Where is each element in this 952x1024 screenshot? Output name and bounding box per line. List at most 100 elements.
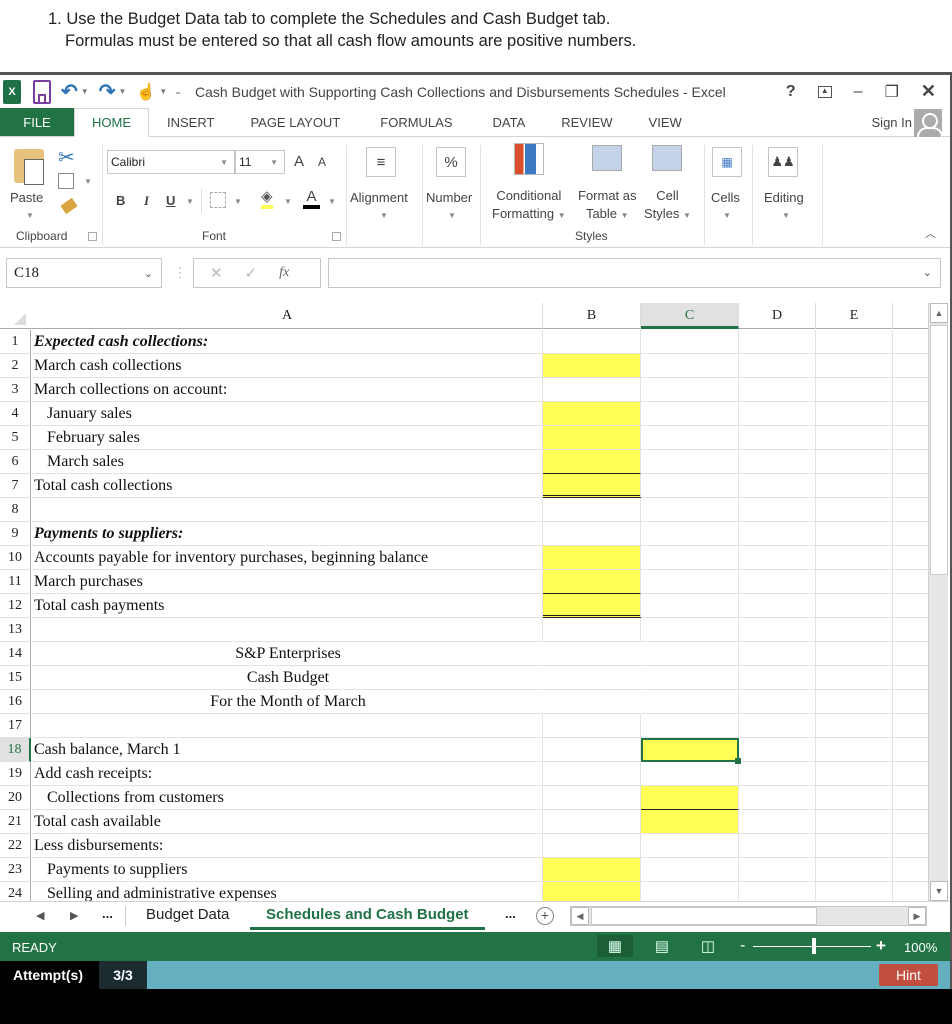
cell-e7[interactable] <box>816 474 893 498</box>
next-sheet-icon[interactable]: ▶ <box>70 909 78 922</box>
more-sheets-right[interactable]: ... <box>505 906 516 921</box>
formula-bar-grip[interactable]: ⋮ <box>173 264 187 281</box>
input-cell-b11[interactable] <box>543 570 641 594</box>
number-format-icon[interactable]: % <box>436 147 466 177</box>
cell-f7[interactable] <box>893 474 928 498</box>
expand-formula-bar-icon[interactable]: ⌄ <box>923 266 932 279</box>
row-header[interactable]: 4 <box>0 402 31 426</box>
cell-f11[interactable] <box>893 570 928 594</box>
cell-d3[interactable] <box>739 378 816 402</box>
row-header[interactable]: 20 <box>0 786 31 810</box>
format-as-table-button[interactable]: Format as Table ▼ <box>578 187 637 225</box>
sign-in[interactable]: Sign In <box>872 108 942 137</box>
sheet-tab-schedules-and-cash-budget[interactable]: Schedules and Cash Budget <box>250 902 485 930</box>
copy-dropdown-icon[interactable]: ▼ <box>84 177 92 186</box>
cell-e2[interactable] <box>816 354 893 378</box>
cell-f18[interactable] <box>893 738 928 762</box>
zoom-slider-thumb[interactable] <box>812 938 816 954</box>
tab-home[interactable]: HOME <box>74 108 149 137</box>
cell-d20[interactable] <box>739 786 816 810</box>
collapse-ribbon-icon[interactable]: ︿ <box>925 225 936 241</box>
format-as-table-icon[interactable] <box>592 145 622 171</box>
cell-e18[interactable] <box>816 738 893 762</box>
row-header[interactable]: 22 <box>0 834 31 858</box>
cell-b1[interactable] <box>543 330 641 354</box>
redo-dropdown-icon[interactable]: ▼ <box>118 80 126 104</box>
cell-b9[interactable] <box>543 522 641 546</box>
scroll-down-icon[interactable]: ▼ <box>930 881 948 901</box>
cell-styles-button[interactable]: Cell Styles ▼ <box>644 187 691 225</box>
cell-d9[interactable] <box>739 522 816 546</box>
enter-check-icon[interactable]: ✓ <box>245 264 258 282</box>
touch-dropdown-icon[interactable]: ▼ <box>159 80 167 104</box>
alignment-icon[interactable]: ≡ <box>366 147 396 177</box>
row-header[interactable]: 16 <box>0 690 31 714</box>
bold-button[interactable]: B <box>116 193 125 208</box>
cell-f10[interactable] <box>893 546 928 570</box>
input-cell-b2[interactable] <box>543 354 641 378</box>
add-sheet-icon[interactable]: + <box>536 907 554 925</box>
cell-d5[interactable] <box>739 426 816 450</box>
paste-dropdown-icon[interactable]: ▼ <box>26 207 34 225</box>
cell-e24[interactable] <box>816 882 893 901</box>
formula-input[interactable]: ⌄ <box>328 258 941 288</box>
cells-dropdown-icon[interactable]: ▼ <box>723 211 731 220</box>
prev-sheet-icon[interactable]: ◀ <box>36 909 44 922</box>
cell-a-header-title[interactable]: For the Month of March <box>32 690 543 714</box>
row-header[interactable]: 21 <box>0 810 31 834</box>
cell-f2[interactable] <box>893 354 928 378</box>
fill-color-icon[interactable]: ◈ <box>261 189 273 209</box>
cell-a-label[interactable]: Expected cash collections: <box>32 330 543 354</box>
cell-f12[interactable] <box>893 594 928 618</box>
page-layout-view-icon[interactable]: ▤ <box>650 935 674 957</box>
cell-d4[interactable] <box>739 402 816 426</box>
redo-icon[interactable]: ↷ <box>99 80 116 104</box>
cell-f24[interactable] <box>893 882 928 901</box>
cell-a-label[interactable] <box>32 618 543 642</box>
cell-a-label[interactable]: January sales <box>32 402 543 426</box>
cell-a-label[interactable]: March sales <box>32 450 543 474</box>
row-header[interactable]: 6 <box>0 450 31 474</box>
cell-c1[interactable] <box>641 330 739 354</box>
cell-e6[interactable] <box>816 450 893 474</box>
cell-d17[interactable] <box>739 714 816 738</box>
zoom-in-button[interactable]: + <box>876 936 886 956</box>
cell-d12[interactable] <box>739 594 816 618</box>
cell-d13[interactable] <box>739 618 816 642</box>
font-launcher-icon[interactable] <box>332 232 341 241</box>
cell-b8[interactable] <box>543 498 641 522</box>
cell-d22[interactable] <box>739 834 816 858</box>
row-header[interactable]: 15 <box>0 666 31 690</box>
cell-e1[interactable] <box>816 330 893 354</box>
cell-e19[interactable] <box>816 762 893 786</box>
row-header[interactable]: 7 <box>0 474 31 498</box>
cell-e20[interactable] <box>816 786 893 810</box>
cell-d6[interactable] <box>739 450 816 474</box>
cell-a-label[interactable]: March purchases <box>32 570 543 594</box>
cell-f13[interactable] <box>893 618 928 642</box>
editing-dropdown-icon[interactable]: ▼ <box>782 211 790 220</box>
cell-e23[interactable] <box>816 858 893 882</box>
name-box[interactable]: C18 ⌄ <box>6 258 162 288</box>
cell-a-header-title[interactable]: S&P Enterprises <box>32 642 543 666</box>
normal-view-icon[interactable]: ▦ <box>597 935 633 957</box>
font-color-dropdown-icon[interactable]: ▼ <box>328 197 336 206</box>
ribbon-display-options-icon[interactable]: ▲ <box>817 85 832 98</box>
cell-c4[interactable] <box>641 402 739 426</box>
number-dropdown-icon[interactable]: ▼ <box>448 211 456 220</box>
cell-e13[interactable] <box>816 618 893 642</box>
cell-c19[interactable] <box>641 762 739 786</box>
cell-a-label[interactable]: Accounts payable for inventory purchases… <box>32 546 543 570</box>
number-button[interactable]: Number <box>426 189 472 207</box>
cell-f1[interactable] <box>893 330 928 354</box>
cell-d15[interactable] <box>739 666 816 690</box>
cell-a-label[interactable] <box>32 714 543 738</box>
cells-button[interactable]: Cells <box>711 189 740 207</box>
cell-d8[interactable] <box>739 498 816 522</box>
cell-d23[interactable] <box>739 858 816 882</box>
row-header[interactable]: 10 <box>0 546 31 570</box>
cell-f5[interactable] <box>893 426 928 450</box>
zoom-out-button[interactable]: - <box>740 937 745 955</box>
column-header-d[interactable]: D <box>739 303 816 329</box>
cell-d21[interactable] <box>739 810 816 834</box>
